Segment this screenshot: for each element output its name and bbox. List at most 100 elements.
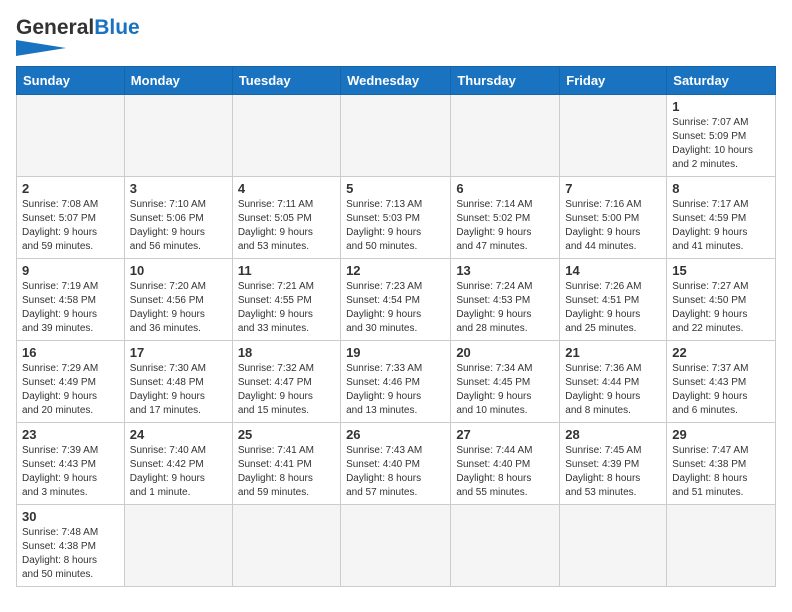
calendar-cell: 10 Sunrise: 7:20 AM Sunset: 4:56 PM Dayli… bbox=[124, 259, 232, 341]
calendar-cell: 29Sunrise: 7:47 AM Sunset: 4:38 PM Dayli… bbox=[667, 423, 776, 505]
calendar-cell bbox=[667, 505, 776, 587]
calendar-cell: 23 Sunrise: 7:39 AM Sunset: 4:43 PM Dayli… bbox=[17, 423, 125, 505]
day-info: Sunrise: 7:43 AM Sunset: 4:40 PM Dayligh… bbox=[346, 444, 445, 500]
day-number: 10 bbox=[130, 263, 227, 278]
day-number: 29 bbox=[672, 427, 770, 442]
day-number: 1 bbox=[672, 99, 770, 114]
calendar-cell: 14Sunrise: 7:26 AM Sunset: 4:51 PM Dayli… bbox=[560, 259, 667, 341]
day-info: Sunrise: 7:27 AM Sunset: 4:50 PM Dayligh… bbox=[672, 280, 770, 336]
weekday-header-saturday: Saturday bbox=[667, 67, 776, 95]
day-number: 21 bbox=[565, 345, 661, 360]
calendar-cell bbox=[451, 505, 560, 587]
calendar-cell: 28 Sunrise: 7:45 AM Sunset: 4:39 PM Dayli… bbox=[560, 423, 667, 505]
weekday-header-friday: Friday bbox=[560, 67, 667, 95]
calendar-cell: 1 Sunrise: 7:07 AM Sunset: 5:09 PM Daylig… bbox=[667, 95, 776, 177]
calendar-cell: 20 Sunrise: 7:34 AM Sunset: 4:45 PM Dayli… bbox=[451, 341, 560, 423]
calendar-cell: 16Sunrise: 7:29 AM Sunset: 4:49 PM Dayli… bbox=[17, 341, 125, 423]
day-info: Sunrise: 7:13 AM Sunset: 5:03 PM Dayligh… bbox=[346, 198, 445, 254]
day-info: Sunrise: 7:17 AM Sunset: 4:59 PM Dayligh… bbox=[672, 198, 770, 254]
calendar-cell bbox=[17, 95, 125, 177]
weekday-header-monday: Monday bbox=[124, 67, 232, 95]
calendar-cell bbox=[560, 505, 667, 587]
day-number: 4 bbox=[238, 181, 335, 196]
day-number: 9 bbox=[22, 263, 119, 278]
day-info: Sunrise: 7:07 AM Sunset: 5:09 PM Dayligh… bbox=[672, 116, 770, 172]
calendar-week-5: 23 Sunrise: 7:39 AM Sunset: 4:43 PM Dayli… bbox=[17, 423, 776, 505]
day-info: Sunrise: 7:14 AM Sunset: 5:02 PM Dayligh… bbox=[456, 198, 554, 254]
day-number: 2 bbox=[22, 181, 119, 196]
calendar-cell: 17 Sunrise: 7:30 AM Sunset: 4:48 PM Dayli… bbox=[124, 341, 232, 423]
day-number: 19 bbox=[346, 345, 445, 360]
calendar-cell: 30 Sunrise: 7:48 AM Sunset: 4:38 PM Dayli… bbox=[17, 505, 125, 587]
weekday-header-sunday: Sunday bbox=[17, 67, 125, 95]
calendar-cell: 25 Sunrise: 7:41 AM Sunset: 4:41 PM Dayli… bbox=[232, 423, 340, 505]
calendar-week-3: 9Sunrise: 7:19 AM Sunset: 4:58 PM Daylig… bbox=[17, 259, 776, 341]
calendar-cell bbox=[124, 95, 232, 177]
day-number: 28 bbox=[565, 427, 661, 442]
day-number: 26 bbox=[346, 427, 445, 442]
weekday-header-wednesday: Wednesday bbox=[341, 67, 451, 95]
day-info: Sunrise: 7:36 AM Sunset: 4:44 PM Dayligh… bbox=[565, 362, 661, 418]
day-info: Sunrise: 7:44 AM Sunset: 4:40 PM Dayligh… bbox=[456, 444, 554, 500]
calendar-cell bbox=[124, 505, 232, 587]
day-info: Sunrise: 7:48 AM Sunset: 4:38 PM Dayligh… bbox=[22, 526, 119, 582]
calendar-week-1: 1 Sunrise: 7:07 AM Sunset: 5:09 PM Daylig… bbox=[17, 95, 776, 177]
day-number: 25 bbox=[238, 427, 335, 442]
day-info: Sunrise: 7:37 AM Sunset: 4:43 PM Dayligh… bbox=[672, 362, 770, 418]
day-info: Sunrise: 7:21 AM Sunset: 4:55 PM Dayligh… bbox=[238, 280, 335, 336]
day-number: 3 bbox=[130, 181, 227, 196]
calendar-cell: 2 Sunrise: 7:08 AM Sunset: 5:07 PM Daylig… bbox=[17, 177, 125, 259]
day-info: Sunrise: 7:40 AM Sunset: 4:42 PM Dayligh… bbox=[130, 444, 227, 500]
calendar-week-6: 30 Sunrise: 7:48 AM Sunset: 4:38 PM Dayli… bbox=[17, 505, 776, 587]
calendar-cell bbox=[341, 505, 451, 587]
calendar-cell: 24 Sunrise: 7:40 AM Sunset: 4:42 PM Dayli… bbox=[124, 423, 232, 505]
day-number: 17 bbox=[130, 345, 227, 360]
day-info: Sunrise: 7:29 AM Sunset: 4:49 PM Dayligh… bbox=[22, 362, 119, 418]
day-number: 30 bbox=[22, 509, 119, 524]
day-info: Sunrise: 7:23 AM Sunset: 4:54 PM Dayligh… bbox=[346, 280, 445, 336]
day-number: 8 bbox=[672, 181, 770, 196]
header: General Blue bbox=[16, 16, 776, 56]
day-info: Sunrise: 7:34 AM Sunset: 4:45 PM Dayligh… bbox=[456, 362, 554, 418]
logo: General Blue bbox=[16, 16, 140, 56]
weekday-header-row: SundayMondayTuesdayWednesdayThursdayFrid… bbox=[17, 67, 776, 95]
day-info: Sunrise: 7:32 AM Sunset: 4:47 PM Dayligh… bbox=[238, 362, 335, 418]
calendar-cell: 13Sunrise: 7:24 AM Sunset: 4:53 PM Dayli… bbox=[451, 259, 560, 341]
day-info: Sunrise: 7:41 AM Sunset: 4:41 PM Dayligh… bbox=[238, 444, 335, 500]
day-info: Sunrise: 7:16 AM Sunset: 5:00 PM Dayligh… bbox=[565, 198, 661, 254]
day-info: Sunrise: 7:11 AM Sunset: 5:05 PM Dayligh… bbox=[238, 198, 335, 254]
day-number: 13 bbox=[456, 263, 554, 278]
day-number: 23 bbox=[22, 427, 119, 442]
day-info: Sunrise: 7:39 AM Sunset: 4:43 PM Dayligh… bbox=[22, 444, 119, 500]
day-info: Sunrise: 7:20 AM Sunset: 4:56 PM Dayligh… bbox=[130, 280, 227, 336]
day-number: 7 bbox=[565, 181, 661, 196]
calendar-cell bbox=[451, 95, 560, 177]
day-info: Sunrise: 7:45 AM Sunset: 4:39 PM Dayligh… bbox=[565, 444, 661, 500]
logo-blue: Blue bbox=[94, 16, 140, 40]
calendar-cell: 11 Sunrise: 7:21 AM Sunset: 4:55 PM Dayli… bbox=[232, 259, 340, 341]
weekday-header-tuesday: Tuesday bbox=[232, 67, 340, 95]
calendar-cell: 18Sunrise: 7:32 AM Sunset: 4:47 PM Dayli… bbox=[232, 341, 340, 423]
day-info: Sunrise: 7:08 AM Sunset: 5:07 PM Dayligh… bbox=[22, 198, 119, 254]
calendar-cell: 22 Sunrise: 7:37 AM Sunset: 4:43 PM Dayli… bbox=[667, 341, 776, 423]
calendar-cell bbox=[560, 95, 667, 177]
calendar-cell bbox=[232, 95, 340, 177]
calendar: SundayMondayTuesdayWednesdayThursdayFrid… bbox=[16, 66, 776, 587]
logo-general: General bbox=[16, 16, 94, 40]
day-number: 22 bbox=[672, 345, 770, 360]
calendar-cell bbox=[341, 95, 451, 177]
logo-brand: General Blue bbox=[16, 16, 140, 56]
calendar-cell: 26 Sunrise: 7:43 AM Sunset: 4:40 PM Dayli… bbox=[341, 423, 451, 505]
day-info: Sunrise: 7:33 AM Sunset: 4:46 PM Dayligh… bbox=[346, 362, 445, 418]
day-info: Sunrise: 7:30 AM Sunset: 4:48 PM Dayligh… bbox=[130, 362, 227, 418]
day-number: 6 bbox=[456, 181, 554, 196]
calendar-cell: 27Sunrise: 7:44 AM Sunset: 4:40 PM Dayli… bbox=[451, 423, 560, 505]
day-info: Sunrise: 7:10 AM Sunset: 5:06 PM Dayligh… bbox=[130, 198, 227, 254]
day-number: 11 bbox=[238, 263, 335, 278]
calendar-cell: 15Sunrise: 7:27 AM Sunset: 4:50 PM Dayli… bbox=[667, 259, 776, 341]
logo-icon bbox=[16, 40, 66, 56]
day-number: 24 bbox=[130, 427, 227, 442]
day-number: 5 bbox=[346, 181, 445, 196]
day-number: 20 bbox=[456, 345, 554, 360]
calendar-cell: 19 Sunrise: 7:33 AM Sunset: 4:46 PM Dayli… bbox=[341, 341, 451, 423]
